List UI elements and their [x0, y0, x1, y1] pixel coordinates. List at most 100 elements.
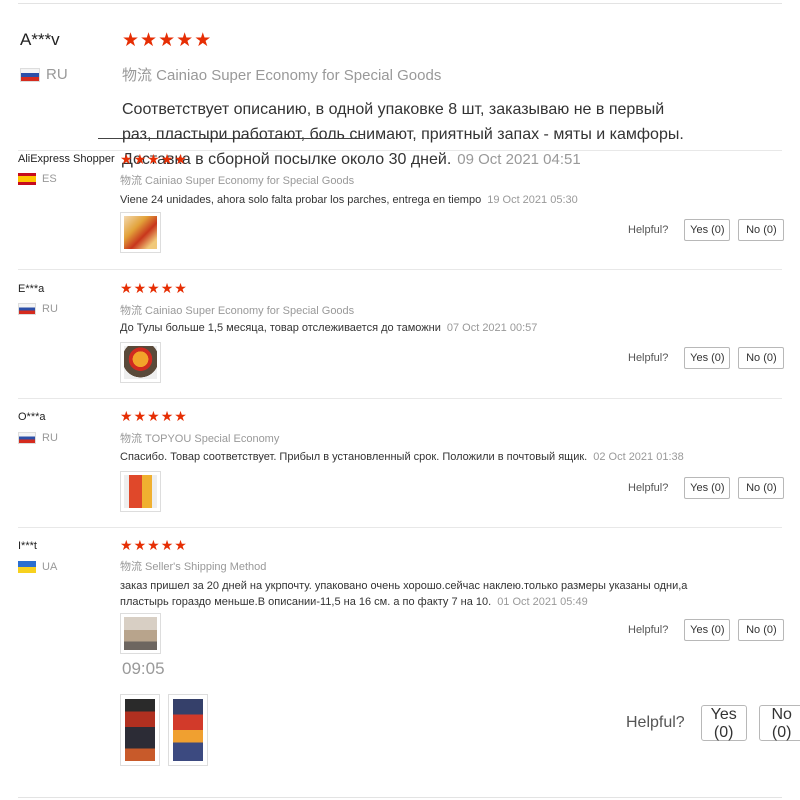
review-photos	[120, 212, 161, 253]
logistics-info: 物流 Cainiao Super Economy for Special Goo…	[122, 67, 442, 84]
star-icon: ★	[120, 280, 133, 296]
review-body: До Тулы больше 1,5 месяца, товар отслежи…	[120, 322, 441, 334]
reviewer-country: RU	[20, 66, 68, 83]
helpful-no-button[interactable]: No (0)	[738, 219, 785, 241]
review-photos	[120, 471, 161, 512]
star-icon: ★	[133, 280, 147, 296]
review-photo-thumbnail[interactable]	[120, 342, 161, 383]
star-icon: ★	[158, 30, 175, 51]
review-text: Viene 24 unidades, ahora solo falta prob…	[120, 192, 720, 208]
star-icon: ★	[147, 537, 160, 553]
helpful-vote: Helpful? Yes (0) No (0)	[628, 619, 785, 641]
review-body: Viene 24 unidades, ahora solo falta prob…	[120, 194, 482, 206]
product-photo-image	[124, 346, 157, 379]
review-divider	[18, 398, 782, 399]
review-item: A***v ★ ★ ★ ★ ★ RU 物流 Cainiao Super Economy …	[0, 0, 800, 168]
helpful-no-button[interactable]: No (0)	[758, 705, 800, 741]
helpful-label: Helpful?	[628, 624, 669, 636]
review-photo-thumbnail[interactable]	[120, 212, 161, 253]
logistics-info: 物流 Cainiao Super Economy for Special Goo…	[120, 305, 355, 317]
reviewer-name: AliExpress Shopper	[18, 153, 115, 165]
review-divider	[18, 269, 782, 270]
helpful-vote: Helpful? Yes (0) No (0)	[628, 219, 785, 241]
review-photo-thumbnail[interactable]	[168, 694, 208, 766]
star-icon: ★	[174, 151, 187, 167]
logistics-info: 物流 TOPYOU Special Economy	[120, 433, 280, 445]
country-code: RU	[42, 432, 58, 444]
helpful-label: Helpful?	[628, 482, 669, 494]
star-icon: ★	[120, 408, 133, 424]
reviewer-country: UA	[18, 561, 57, 573]
reviewer-name: O***a	[18, 411, 46, 423]
star-icon: ★	[120, 537, 133, 553]
star-icon: ★	[160, 280, 174, 296]
review-text: Спасибо. Товар соответствует. Прибыл в у…	[120, 449, 720, 465]
review-photo-thumbnail[interactable]	[120, 613, 161, 654]
review-date: 07 Oct 2021 00:57	[446, 322, 538, 334]
russia-flag-icon	[20, 67, 40, 82]
review-item: I***t ★ ★ ★ ★ ★ UA 物流 Seller's Shipping Meth…	[0, 527, 800, 657]
reviewer-country: RU	[18, 303, 58, 315]
logistics-info: 物流 Cainiao Super Economy for Special Goo…	[120, 175, 355, 187]
star-icon: ★	[147, 408, 160, 424]
review-item: E***a ★ ★ ★ ★ ★ RU 物流 Cainiao Super Economy …	[0, 269, 800, 399]
helpful-yes-button[interactable]: Yes (0)	[684, 619, 731, 641]
helpful-yes-button[interactable]: Yes (0)	[684, 347, 731, 369]
product-photo-image	[173, 699, 203, 761]
reviewer-name: E***a	[18, 283, 45, 295]
helpful-vote: Helpful? Yes (0) No (0)	[628, 477, 785, 499]
review-body: Спасибо. Товар соответствует. Прибыл в у…	[120, 451, 588, 463]
review-item: O***a ★ ★ ★ ★ ★ RU 物流 TOPYOU Special Economy…	[0, 398, 800, 528]
ukraine-flag-icon	[18, 561, 36, 573]
star-icon: ★	[133, 151, 147, 167]
star-icon: ★	[133, 408, 147, 424]
reviewer-country: RU	[18, 432, 58, 444]
review-text: До Тулы больше 1,5 месяца, товар отслежи…	[120, 320, 720, 336]
helpful-no-button[interactable]: No (0)	[738, 477, 785, 499]
star-rating: ★ ★ ★ ★ ★	[120, 537, 188, 555]
product-photo-image	[124, 617, 157, 650]
star-rating: ★ ★ ★ ★ ★	[120, 280, 188, 298]
review-photos	[120, 613, 161, 654]
review-item: AliExpress Shopper ★ ★ ★ ★ ★ ES 物流 Cainiao S…	[0, 150, 800, 270]
star-icon: ★	[147, 280, 160, 296]
reviewer-name: A***v	[20, 30, 60, 49]
country-code: UA	[42, 561, 58, 573]
spain-flag-icon	[18, 173, 36, 185]
helpful-no-button[interactable]: No (0)	[738, 347, 785, 369]
helpful-yes-button[interactable]: Yes (0)	[684, 219, 731, 241]
text-underline	[98, 138, 363, 139]
review-photos	[120, 694, 208, 766]
product-photo-image	[125, 699, 155, 761]
reviewer-country: ES	[18, 173, 57, 185]
reviewer-name: I***t	[18, 540, 37, 552]
country-code: RU	[46, 66, 68, 83]
helpful-yes-button[interactable]: Yes (0)	[684, 477, 731, 499]
review-date: 01 Oct 2021 05:49	[497, 596, 588, 608]
helpful-yes-button[interactable]: Yes (0)	[700, 705, 747, 741]
star-rating: ★ ★ ★ ★ ★	[122, 29, 212, 52]
review-photo-thumbnail[interactable]	[120, 471, 161, 512]
review-date: 02 Oct 2021 01:38	[593, 451, 684, 463]
review-date: 19 Oct 2021 05:30	[487, 194, 578, 206]
star-icon: ★	[176, 30, 193, 51]
review-body: заказ пришел за 20 дней на укрпочту. упа…	[120, 580, 688, 608]
review-divider	[18, 527, 782, 528]
product-photo-image	[124, 216, 157, 249]
star-icon: ★	[140, 30, 157, 51]
review-photos	[120, 342, 161, 383]
helpful-label: Helpful?	[628, 224, 669, 236]
russia-flag-icon	[18, 432, 36, 444]
helpful-no-button[interactable]: No (0)	[738, 619, 785, 641]
star-icon: ★	[133, 537, 147, 553]
star-icon: ★	[160, 408, 174, 424]
star-icon: ★	[194, 30, 211, 51]
helpful-vote: Helpful? Yes (0) No (0)	[626, 705, 800, 741]
helpful-label: Helpful?	[626, 714, 685, 731]
helpful-label: Helpful?	[628, 352, 669, 364]
star-icon: ★	[120, 151, 133, 167]
logistics-info: 物流 Seller's Shipping Method	[120, 561, 267, 573]
bottom-divider	[18, 797, 782, 798]
helpful-vote: Helpful? Yes (0) No (0)	[628, 347, 785, 369]
review-photo-thumbnail[interactable]	[120, 694, 160, 766]
